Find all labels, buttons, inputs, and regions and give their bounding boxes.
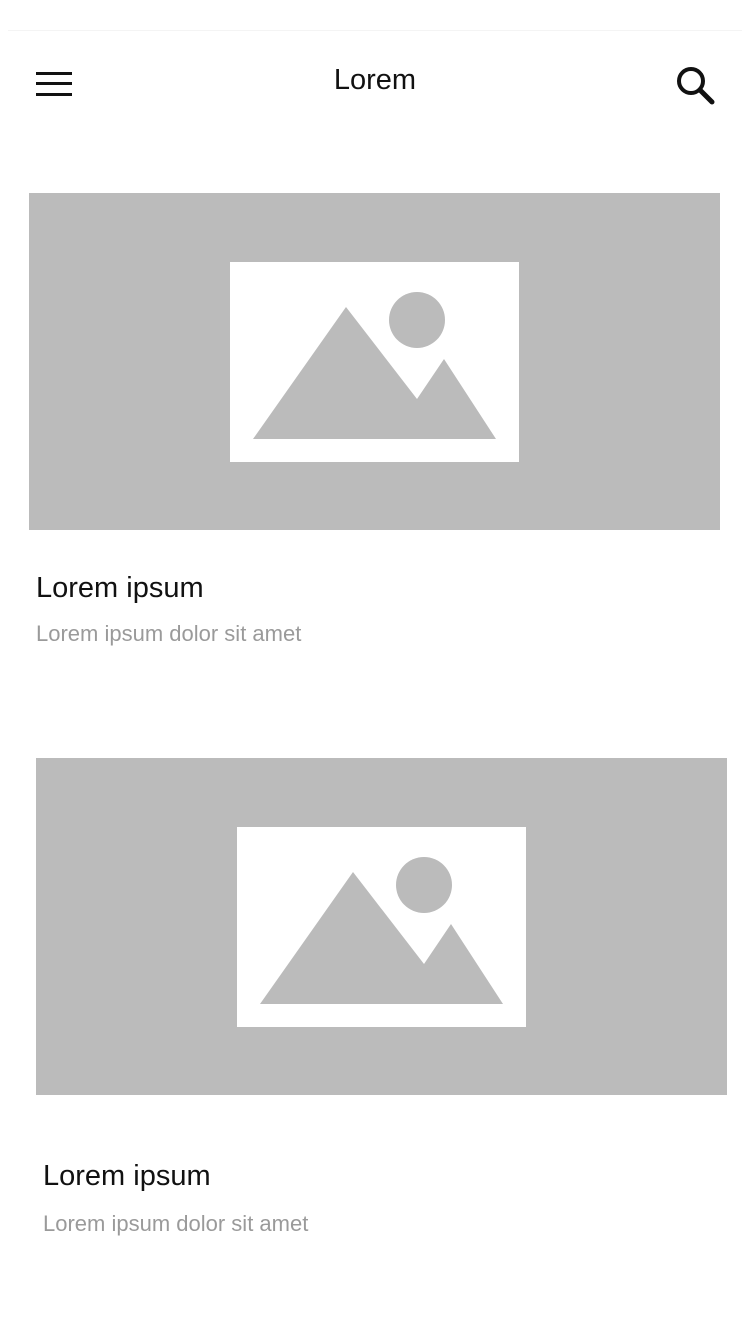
article-card[interactable]: Lorem ipsum Lorem ipsum dolor sit amet <box>36 758 727 1248</box>
image-placeholder-icon <box>237 827 526 1027</box>
card-image[interactable] <box>36 758 727 1095</box>
search-icon <box>677 67 715 105</box>
card-subtitle: Lorem ipsum dolor sit amet <box>36 621 302 646</box>
card-title: Lorem ipsum <box>36 572 204 604</box>
card-title: Lorem ipsum <box>43 1160 211 1192</box>
app-header: Lorem <box>0 0 750 150</box>
page-title: Lorem <box>333 64 417 96</box>
image-placeholder-icon <box>230 262 519 462</box>
card-subtitle: Lorem ipsum dolor sit amet <box>43 1211 309 1236</box>
card-image[interactable] <box>29 193 720 530</box>
search-button[interactable] <box>672 62 720 110</box>
article-card[interactable]: Lorem ipsum Lorem ipsum dolor sit amet <box>29 193 720 663</box>
